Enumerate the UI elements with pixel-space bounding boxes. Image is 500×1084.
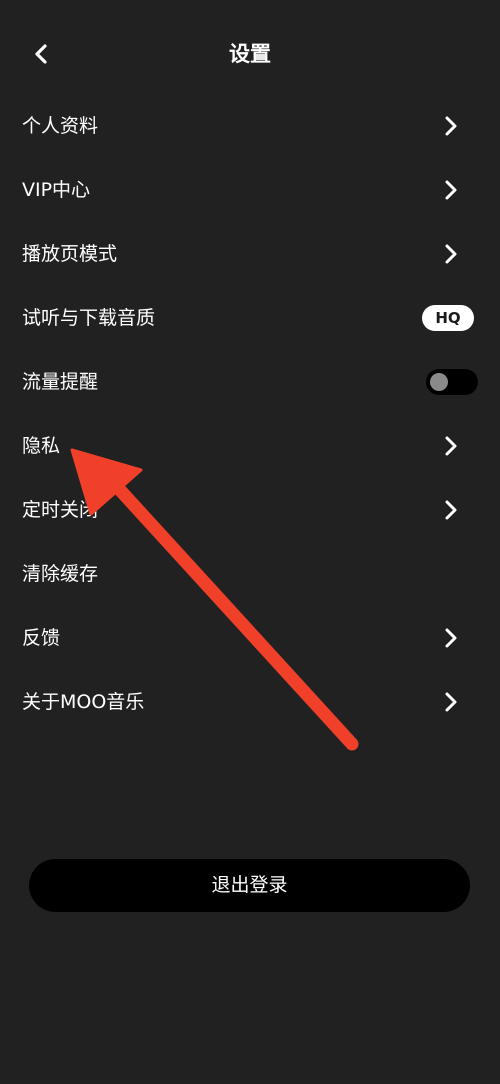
- settings-item-vip[interactable]: VIP中心: [0, 158, 500, 222]
- hq-badge[interactable]: HQ: [422, 305, 474, 331]
- settings-item-profile[interactable]: 个人资料: [0, 94, 500, 158]
- settings-item-data-alert: 流量提醒: [0, 350, 500, 414]
- chevron-right-icon: [442, 242, 460, 266]
- settings-item-label: 隐私: [22, 435, 61, 457]
- data-alert-toggle[interactable]: [426, 369, 478, 395]
- page-title: 设置: [229, 42, 271, 66]
- settings-item-label: VIP中心: [22, 179, 91, 201]
- settings-item-label: 定时关闭: [22, 499, 99, 521]
- settings-item-clear-cache[interactable]: 清除缓存: [0, 542, 500, 606]
- header: 设置: [0, 0, 500, 108]
- settings-list: 个人资料 VIP中心 播放页模式 试听与下载音质 HQ 流量提醒 隐私 定时关闭: [0, 94, 500, 734]
- chevron-right-icon: [442, 498, 460, 522]
- settings-item-label: 流量提醒: [22, 371, 99, 393]
- settings-item-label: 个人资料: [22, 115, 99, 137]
- settings-item-label: 反馈: [22, 627, 61, 649]
- chevron-right-icon: [442, 178, 460, 202]
- settings-item-about[interactable]: 关于MOO音乐: [0, 670, 500, 734]
- settings-item-privacy[interactable]: 隐私: [0, 414, 500, 478]
- settings-item-label: 清除缓存: [22, 563, 99, 585]
- toggle-knob: [430, 373, 448, 391]
- settings-item-sleep-timer[interactable]: 定时关闭: [0, 478, 500, 542]
- chevron-right-icon: [442, 690, 460, 714]
- settings-item-label: 播放页模式: [22, 243, 118, 265]
- chevron-right-icon: [442, 626, 460, 650]
- settings-item-player-mode[interactable]: 播放页模式: [0, 222, 500, 286]
- logout-button[interactable]: 退出登录: [29, 859, 470, 912]
- chevron-right-icon: [442, 114, 460, 138]
- settings-item-feedback[interactable]: 反馈: [0, 606, 500, 670]
- chevron-right-icon: [442, 434, 460, 458]
- settings-item-audio-quality[interactable]: 试听与下载音质 HQ: [0, 286, 500, 350]
- settings-item-label: 试听与下载音质: [22, 307, 156, 329]
- settings-item-label: 关于MOO音乐: [22, 691, 145, 713]
